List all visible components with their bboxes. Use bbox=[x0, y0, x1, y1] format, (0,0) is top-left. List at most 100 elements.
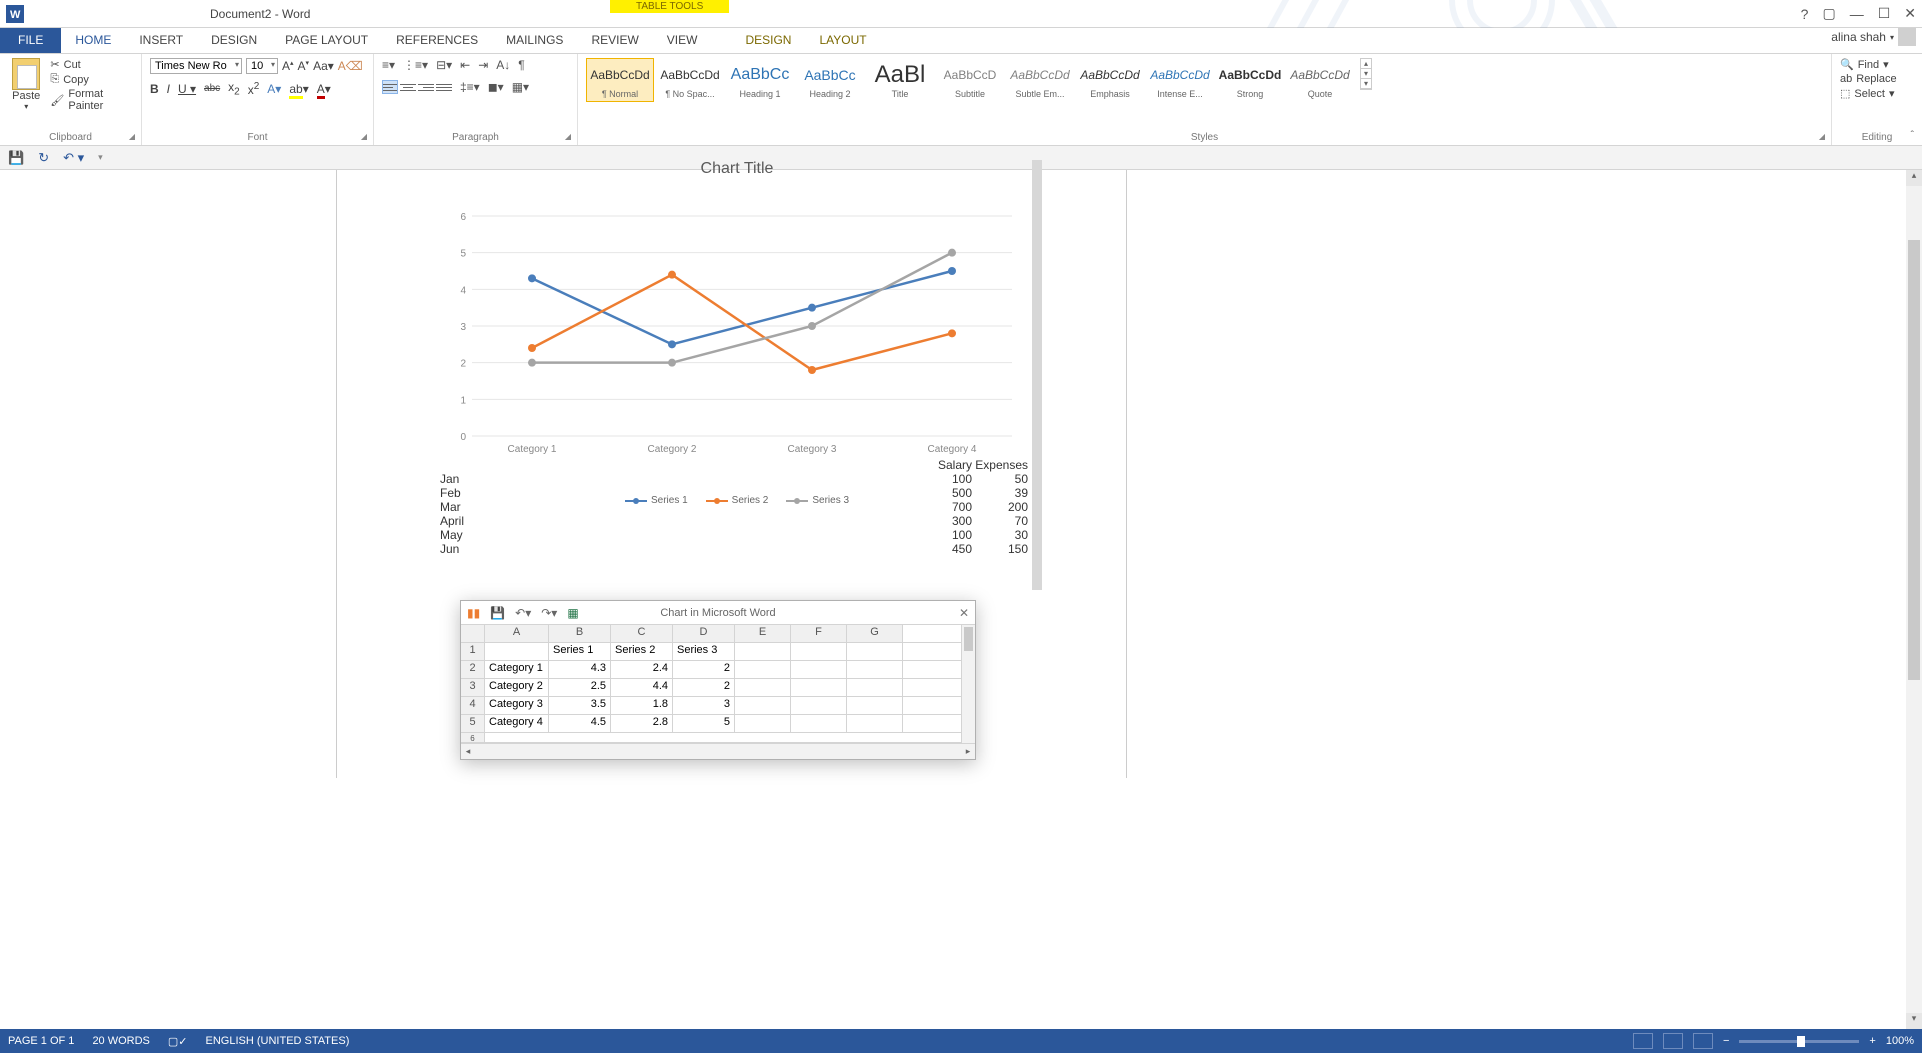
grow-font-button[interactable]: A▴ bbox=[282, 59, 294, 73]
help-icon[interactable]: ? bbox=[1801, 6, 1809, 22]
xl-horizontal-scrollbar[interactable]: ◂▸ bbox=[461, 743, 975, 759]
style-heading2[interactable]: AaBbCcHeading 2 bbox=[796, 58, 864, 102]
paste-button[interactable]: Paste ▾ bbox=[8, 58, 44, 111]
shading-button[interactable]: ◼▾ bbox=[488, 80, 504, 94]
table-row[interactable]: Jun450150 bbox=[440, 542, 1040, 556]
font-color-button[interactable]: A▾ bbox=[317, 82, 331, 96]
borders-button[interactable]: ▦▾ bbox=[512, 80, 529, 94]
table-row[interactable]: Feb50039 bbox=[440, 486, 1040, 500]
multilevel-button[interactable]: ⊟▾ bbox=[436, 58, 452, 72]
paragraph-launcher[interactable]: ◢ bbox=[565, 132, 571, 141]
xl-grid[interactable]: ABCDEFG1Series 1Series 2Series 32Categor… bbox=[461, 625, 975, 743]
font-launcher[interactable]: ◢ bbox=[361, 132, 367, 141]
web-layout-button[interactable] bbox=[1693, 1033, 1713, 1049]
table-row[interactable]: May10030 bbox=[440, 528, 1040, 542]
status-proofing-icon[interactable]: ▢✓ bbox=[168, 1035, 188, 1048]
format-painter-button[interactable]: 🖌Format Painter bbox=[50, 88, 133, 112]
bold-button[interactable]: B bbox=[150, 82, 159, 96]
align-right-button[interactable] bbox=[418, 80, 434, 94]
highlight-button[interactable]: ab▾ bbox=[289, 82, 308, 96]
font-size-combo[interactable]: 10 bbox=[246, 58, 278, 74]
subscript-button[interactable]: x2 bbox=[228, 80, 240, 97]
table-header-expenses: Expenses bbox=[972, 458, 1028, 472]
style-emphasis[interactable]: AaBbCcDdEmphasis bbox=[1076, 58, 1144, 102]
shrink-font-button[interactable]: A▾ bbox=[298, 59, 310, 73]
replace-button[interactable]: abReplace bbox=[1840, 73, 1914, 85]
table-row[interactable]: Mar700200 bbox=[440, 500, 1040, 514]
tab-view[interactable]: VIEW bbox=[653, 28, 712, 53]
tab-design[interactable]: DESIGN bbox=[197, 28, 271, 53]
style-strong[interactable]: AaBbCcDdStrong bbox=[1216, 58, 1284, 102]
chart-object[interactable]: Chart Title 0123456Category 1Category 2C… bbox=[442, 160, 1032, 506]
status-words[interactable]: 20 WORDS bbox=[92, 1035, 149, 1047]
read-mode-button[interactable] bbox=[1633, 1033, 1653, 1049]
tab-mailings[interactable]: MAILINGS bbox=[492, 28, 577, 53]
bullets-button[interactable]: ≡▾ bbox=[382, 58, 395, 72]
font-name-combo[interactable]: Times New Ro bbox=[150, 58, 242, 74]
find-button[interactable]: 🔍Find ▾ bbox=[1840, 58, 1914, 71]
table-row[interactable]: April30070 bbox=[440, 514, 1040, 528]
italic-button[interactable]: I bbox=[167, 82, 170, 96]
select-button[interactable]: ⬚Select ▾ bbox=[1840, 87, 1914, 100]
zoom-slider[interactable] bbox=[1739, 1040, 1859, 1043]
decrease-indent-button[interactable]: ⇤ bbox=[460, 58, 470, 72]
repeat-icon[interactable]: ↻ bbox=[38, 150, 49, 166]
style-intensee[interactable]: AaBbCcDdIntense E... bbox=[1146, 58, 1214, 102]
print-layout-button[interactable] bbox=[1663, 1033, 1683, 1049]
zoom-level[interactable]: 100% bbox=[1886, 1035, 1914, 1047]
copy-button[interactable]: ⎘Copy bbox=[50, 73, 133, 86]
tab-references[interactable]: REFERENCES bbox=[382, 28, 492, 53]
minimize-icon[interactable]: — bbox=[1850, 6, 1864, 22]
underline-button[interactable]: U ▾ bbox=[178, 82, 196, 96]
tab-table-layout[interactable]: LAYOUT bbox=[805, 28, 880, 53]
clipboard-launcher[interactable]: ◢ bbox=[129, 132, 135, 141]
superscript-button[interactable]: x2 bbox=[248, 81, 260, 97]
style-heading1[interactable]: AaBbCcHeading 1 bbox=[726, 58, 794, 102]
save-icon[interactable]: 💾 bbox=[8, 150, 24, 166]
group-editing: 🔍Find ▾ abReplace ⬚Select ▾ Editing bbox=[1832, 54, 1922, 145]
text-effects-button[interactable]: A▾ bbox=[267, 82, 281, 96]
table-row[interactable]: Jan10050 bbox=[440, 472, 1040, 486]
styles-scroll[interactable]: ▴▾▾ bbox=[1360, 58, 1372, 90]
document-table[interactable]: Salary Expenses Jan10050Feb50039Mar70020… bbox=[440, 458, 1040, 556]
zoom-out-button[interactable]: − bbox=[1723, 1035, 1729, 1047]
status-language[interactable]: ENGLISH (UNITED STATES) bbox=[206, 1035, 350, 1047]
align-left-button[interactable] bbox=[382, 80, 398, 94]
undo-icon[interactable]: ↶ ▾ bbox=[63, 150, 84, 166]
style-subtleem[interactable]: AaBbCcDdSubtle Em... bbox=[1006, 58, 1074, 102]
change-case-button[interactable]: Aa▾ bbox=[313, 59, 334, 73]
user-account[interactable]: alina shah ▾ bbox=[1831, 28, 1916, 46]
tab-insert[interactable]: INSERT bbox=[125, 28, 197, 53]
maximize-icon[interactable]: ☐ bbox=[1878, 5, 1891, 22]
sort-button[interactable]: A↓ bbox=[496, 58, 510, 72]
strikethrough-button[interactable]: abc bbox=[204, 83, 220, 94]
tab-review[interactable]: REVIEW bbox=[577, 28, 652, 53]
tab-page-layout[interactable]: PAGE LAYOUT bbox=[271, 28, 382, 53]
styles-launcher[interactable]: ◢ bbox=[1819, 132, 1825, 141]
status-page[interactable]: PAGE 1 OF 1 bbox=[8, 1035, 74, 1047]
increase-indent-button[interactable]: ⇥ bbox=[478, 58, 488, 72]
style-nospac[interactable]: AaBbCcDd¶ No Spac... bbox=[656, 58, 724, 102]
style-title[interactable]: AaBlTitle bbox=[866, 58, 934, 102]
collapse-ribbon-button[interactable]: ˆ bbox=[1911, 130, 1914, 141]
tab-home[interactable]: HOME bbox=[61, 28, 125, 53]
align-center-button[interactable] bbox=[400, 80, 416, 94]
style-normal[interactable]: AaBbCcDd¶ Normal bbox=[586, 58, 654, 102]
qat-customize-icon[interactable]: ▾ bbox=[98, 152, 103, 163]
show-marks-button[interactable]: ¶ bbox=[518, 58, 524, 72]
close-icon[interactable]: ✕ bbox=[1904, 5, 1916, 22]
cut-button[interactable]: ✂Cut bbox=[50, 58, 133, 71]
ribbon-options-icon[interactable]: ▢ bbox=[1822, 5, 1835, 22]
zoom-in-button[interactable]: + bbox=[1869, 1035, 1875, 1047]
document-vertical-scrollbar[interactable]: ▴▾ bbox=[1906, 170, 1922, 1029]
tab-table-design[interactable]: DESIGN bbox=[731, 28, 805, 53]
style-quote[interactable]: AaBbCcDdQuote bbox=[1286, 58, 1354, 102]
justify-button[interactable] bbox=[436, 80, 452, 94]
chart-plot-area: 0123456Category 1Category 2Category 3Cat… bbox=[442, 186, 1032, 486]
clear-formatting-button[interactable]: A⌫ bbox=[338, 59, 363, 73]
numbering-button[interactable]: ⋮≡▾ bbox=[403, 58, 428, 72]
xl-vertical-scrollbar[interactable] bbox=[961, 625, 975, 743]
line-spacing-button[interactable]: ‡≡▾ bbox=[460, 80, 480, 94]
style-subtitle[interactable]: AaBbCcDSubtitle bbox=[936, 58, 1004, 102]
tab-file[interactable]: FILE bbox=[0, 28, 61, 53]
